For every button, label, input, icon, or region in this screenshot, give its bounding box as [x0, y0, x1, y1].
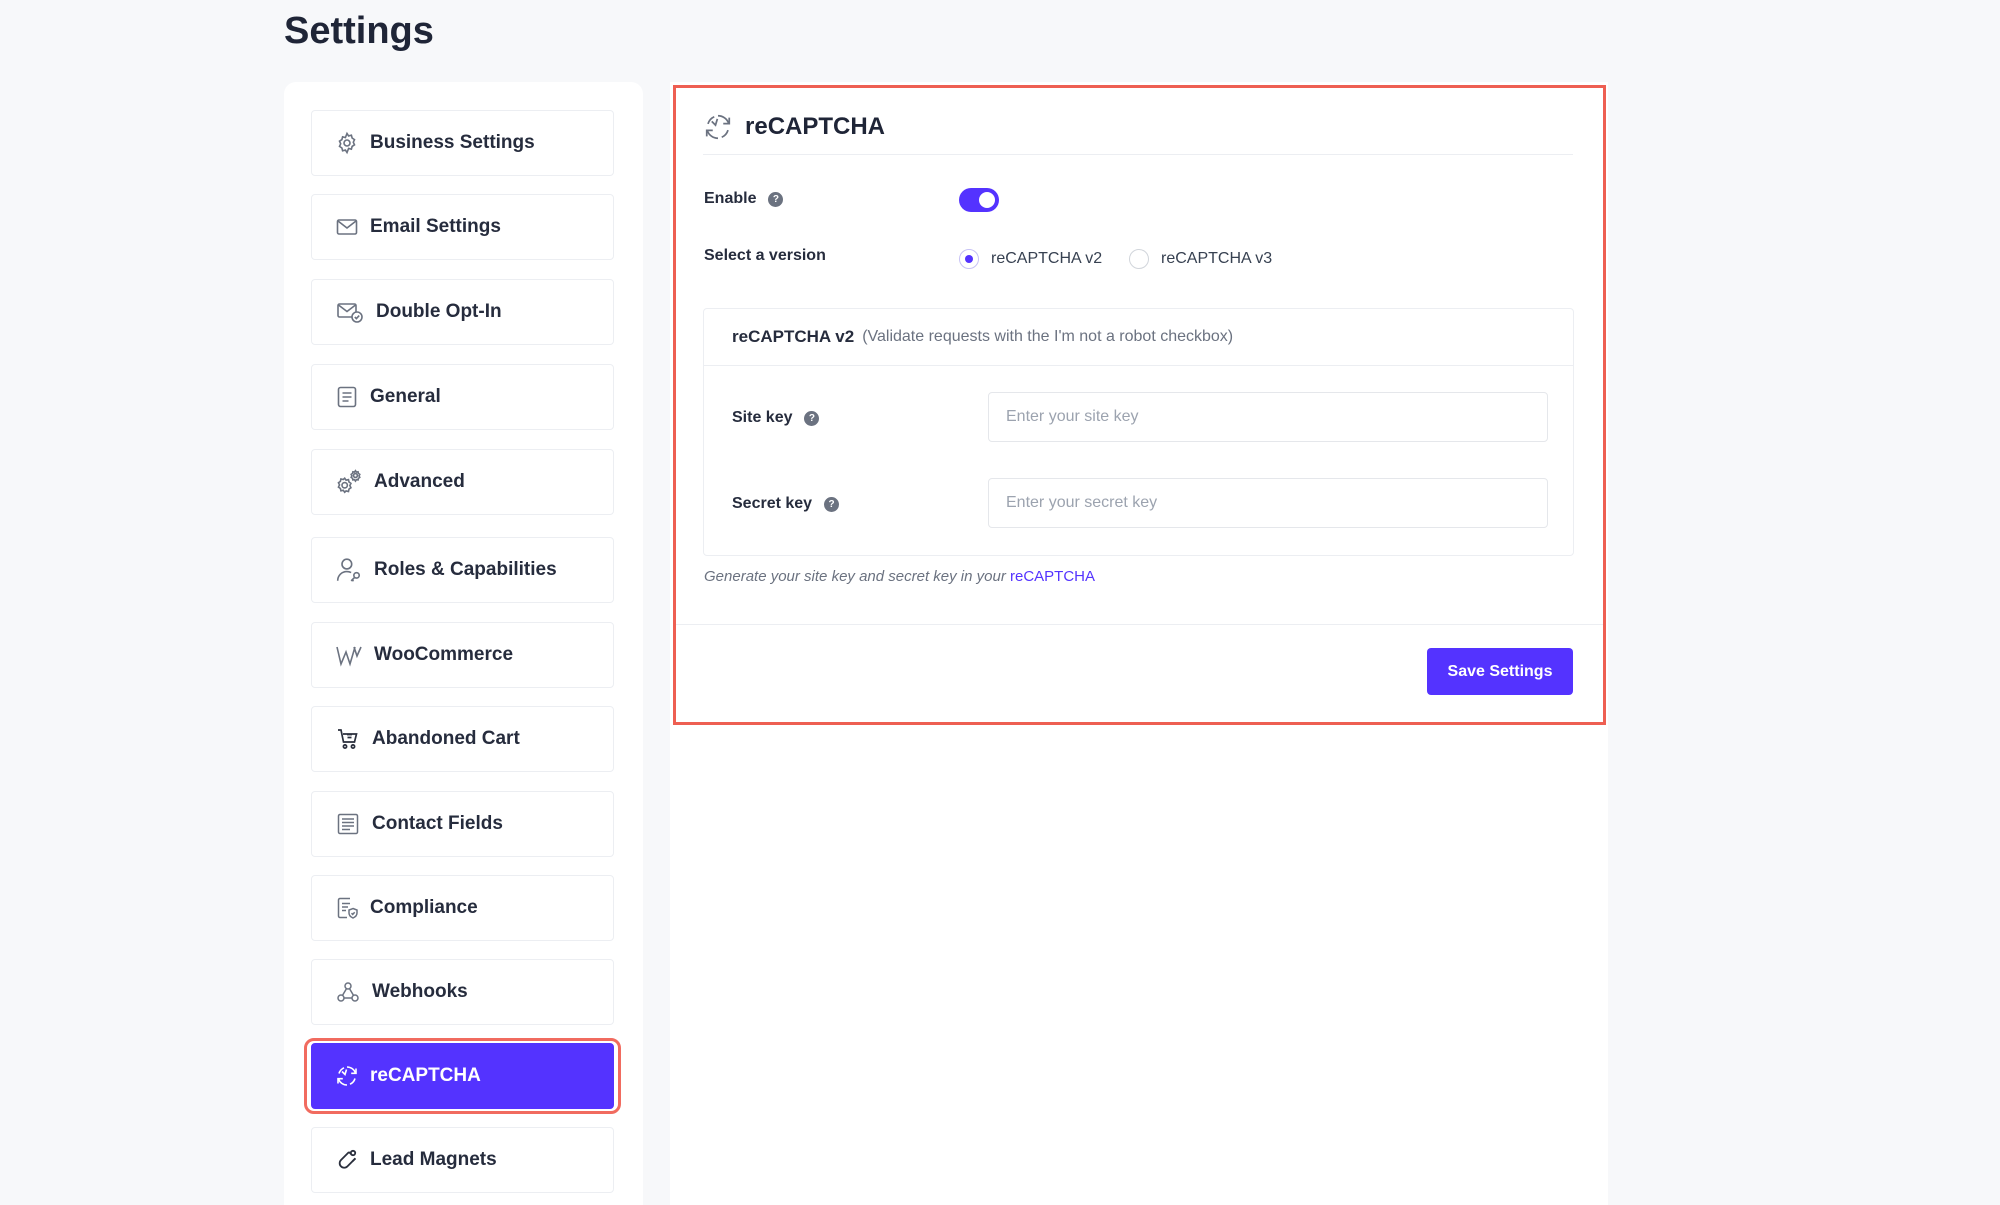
- version-option-v3[interactable]: reCAPTCHA v3: [1129, 249, 1272, 269]
- form-fields-icon: [334, 811, 362, 837]
- recaptcha-card-header: reCAPTCHA: [703, 100, 1573, 155]
- help-icon[interactable]: ?: [768, 191, 784, 207]
- sidebar-item-email-settings[interactable]: Email Settings: [311, 194, 614, 260]
- document-shield-icon: [334, 895, 360, 921]
- sidebar-item-webhooks[interactable]: Webhooks: [311, 959, 614, 1025]
- sidebar-item-label: Webhooks: [372, 981, 468, 1002]
- secret-key-label-row: Secret key ?: [732, 495, 840, 513]
- sidebar-item-label: General: [370, 386, 441, 407]
- sidebar-item-label: Compliance: [370, 897, 478, 918]
- sidebar-item-label: Roles & Capabilities: [374, 559, 557, 580]
- document-icon: [334, 384, 360, 410]
- sidebar-item-abandoned-cart[interactable]: Abandoned Cart: [311, 706, 614, 772]
- sidebar-item-label: Lead Magnets: [370, 1149, 497, 1170]
- enable-label: Enable: [704, 190, 757, 207]
- secret-key-label: Secret key: [732, 495, 813, 512]
- sidebar-item-label: Advanced: [374, 471, 465, 492]
- sidebar-item-contact-fields[interactable]: Contact Fields: [311, 791, 614, 857]
- recaptcha-icon: [334, 1063, 360, 1089]
- sidebar-item-recaptcha[interactable]: reCAPTCHA: [311, 1043, 614, 1109]
- version-label: Select a version: [704, 247, 826, 264]
- save-settings-button[interactable]: Save Settings: [1427, 648, 1573, 695]
- sidebar-item-label: Contact Fields: [372, 813, 503, 834]
- help-icon[interactable]: ?: [824, 496, 840, 512]
- recaptcha-link[interactable]: reCAPTCHA: [1010, 568, 1095, 585]
- radio-v3[interactable]: [1129, 249, 1149, 269]
- page-title: Settings: [284, 10, 434, 52]
- sidebar-item-double-opt-in[interactable]: Double Opt-In: [311, 279, 614, 345]
- webhook-icon: [334, 979, 362, 1005]
- radio-v3-label: reCAPTCHA v3: [1161, 250, 1273, 267]
- sidebar-item-label: Email Settings: [370, 216, 501, 237]
- key-hint: Generate your site key and secret key in…: [704, 568, 1095, 585]
- site-key-input[interactable]: [988, 392, 1548, 442]
- gear-icon: [334, 130, 360, 156]
- sidebar-item-general[interactable]: General: [311, 364, 614, 430]
- enable-toggle[interactable]: [959, 188, 999, 212]
- magnet-icon: [334, 1147, 360, 1173]
- sidebar-item-roles-capabilities[interactable]: Roles & Capabilities: [311, 537, 614, 603]
- sidebar-item-label: reCAPTCHA: [370, 1065, 481, 1086]
- envelope-check-icon: [334, 299, 366, 325]
- enable-row-label: Enable ?: [704, 190, 784, 208]
- sidebar-item-label: Abandoned Cart: [372, 728, 520, 749]
- recaptcha-v2-card: reCAPTCHA v2 (Validate requests with the…: [703, 308, 1574, 556]
- envelope-icon: [334, 214, 360, 240]
- help-icon[interactable]: ?: [804, 410, 820, 426]
- radio-v2[interactable]: [959, 249, 979, 269]
- sidebar-item-woocommerce[interactable]: WooCommerce: [311, 622, 614, 688]
- sidebar-item-compliance[interactable]: Compliance: [311, 875, 614, 941]
- settings-sidebar: Business Settings Email Settings Double …: [284, 82, 643, 1205]
- recaptcha-icon: [703, 112, 733, 142]
- sidebar-item-lead-magnets[interactable]: Lead Magnets: [311, 1127, 614, 1193]
- site-key-label: Site key: [732, 409, 793, 426]
- footer-divider: [676, 624, 1603, 625]
- version-option-v2[interactable]: reCAPTCHA v2: [959, 249, 1102, 269]
- sidebar-item-label: Double Opt-In: [376, 301, 502, 322]
- toggle-knob: [979, 192, 995, 208]
- sidebar-item-business-settings[interactable]: Business Settings: [311, 110, 614, 176]
- recaptcha-v2-title: reCAPTCHA v2: [732, 327, 855, 346]
- woocommerce-icon: [334, 642, 364, 668]
- sidebar-item-advanced[interactable]: Advanced: [311, 449, 614, 515]
- sidebar-item-label: WooCommerce: [374, 644, 514, 665]
- radio-v2-label: reCAPTCHA v2: [991, 250, 1103, 267]
- recaptcha-v2-card-header: reCAPTCHA v2 (Validate requests with the…: [704, 309, 1573, 366]
- sidebar-item-label: Business Settings: [370, 132, 535, 153]
- secret-key-input[interactable]: [988, 478, 1548, 528]
- cart-icon: [334, 726, 362, 752]
- gears-icon: [334, 469, 364, 495]
- user-key-icon: [334, 557, 364, 583]
- recaptcha-title: reCAPTCHA: [745, 113, 886, 140]
- recaptcha-v2-description: (Validate requests with the I'm not a ro…: [862, 328, 1234, 345]
- hint-text: Generate your site key and secret key in…: [704, 568, 1006, 585]
- site-key-label-row: Site key ?: [732, 409, 820, 427]
